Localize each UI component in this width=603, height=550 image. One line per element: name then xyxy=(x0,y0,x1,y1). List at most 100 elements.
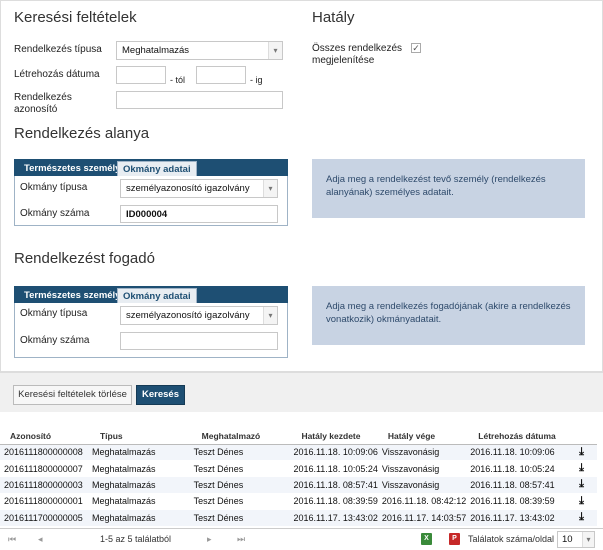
download-icon[interactable]: ⤓ xyxy=(566,460,597,476)
show-all-checkbox[interactable]: ✓ xyxy=(411,43,421,53)
type-select-value: Meghatalmazás xyxy=(122,45,190,56)
subject-doc-number-label: Okmány száma xyxy=(20,208,90,219)
cell-id: 2016111800000003 xyxy=(0,476,88,494)
subject-tabbar: Természetes személy Okmány adatai xyxy=(14,159,288,176)
cell-type: Meghatalmazás xyxy=(87,444,190,461)
pager-summary: 1-5 az 5 találatból xyxy=(100,534,172,544)
col-valid-from[interactable]: Hatály kezdete xyxy=(289,428,378,445)
table-row[interactable]: 2016111800000008 Meghatalmazás Teszt Dén… xyxy=(0,444,597,461)
chevron-down-icon: ▾ xyxy=(263,180,277,197)
cell-type: Meghatalmazás xyxy=(91,463,156,474)
cell-id: 2016111700000005 xyxy=(0,509,88,526)
subject-title: Rendelkezés alanya xyxy=(14,125,150,142)
created-from-input[interactable] xyxy=(116,66,166,84)
chevron-down-icon: ▾ xyxy=(582,532,594,547)
col-type[interactable]: Típus xyxy=(87,428,190,445)
cell-type: Meghatalmazás xyxy=(87,476,190,494)
from-suffix: - tól xyxy=(170,75,186,85)
id-label-2: azonosító xyxy=(14,104,58,115)
id-label-1: Rendelkezés xyxy=(14,92,72,103)
type-label: Rendelkezés típusa xyxy=(14,44,102,55)
receiver-tab-person[interactable]: Természetes személy xyxy=(19,288,125,303)
receiver-doc-type-label: Okmány típusa xyxy=(20,308,88,319)
search-button[interactable]: Keresés xyxy=(136,385,185,405)
search-title: Keresési feltételek xyxy=(14,9,137,26)
cell-created: 2016.11.18. 10:09:06 xyxy=(466,444,567,461)
receiver-doc-number-input[interactable] xyxy=(120,332,278,350)
results-table: Azonosító Típus Meghatalmazó Hatály kezd… xyxy=(0,428,597,526)
created-to-input[interactable] xyxy=(196,66,246,84)
receiver-tab-document[interactable]: Okmány adatai xyxy=(117,288,197,303)
subject-doc-type-select[interactable]: személyazonosító igazolvány ▾ xyxy=(120,179,278,198)
download-icon[interactable]: ⤓ xyxy=(566,509,597,526)
table-header-row: Azonosító Típus Meghatalmazó Hatály kezd… xyxy=(0,428,597,445)
effect-title: Hatály xyxy=(312,9,355,26)
next-page-icon[interactable]: ▸ xyxy=(207,534,212,545)
page-size-select[interactable]: 10 ▾ xyxy=(557,531,595,548)
cell-valid-from: 2016.11.18. 10:05:24 xyxy=(293,463,378,474)
cell-valid-to: Visszavonásig xyxy=(377,444,467,461)
col-created[interactable]: Létrehozás dátuma xyxy=(466,428,567,445)
show-all-label-2: megjelenítése xyxy=(312,55,375,66)
last-page-icon[interactable]: ⏭ xyxy=(237,534,245,545)
cell-grantor: Teszt Dénes xyxy=(193,496,244,507)
cell-valid-from: 2016.11.18. 08:39:59 xyxy=(293,496,378,507)
receiver-doc-type-value: személyazonosító igazolvány xyxy=(126,310,250,321)
cell-id: 2016111800000008 xyxy=(0,444,88,461)
page-size-value: 10 xyxy=(562,534,573,545)
cell-valid-from: 2016.11.18. 10:09:06 xyxy=(289,444,378,461)
cell-created: 2016.11.18. 10:05:24 xyxy=(470,463,555,474)
download-icon[interactable]: ⤓ xyxy=(566,444,597,461)
cell-type: Meghatalmazás xyxy=(87,509,190,526)
receiver-title: Rendelkezést fogadó xyxy=(14,250,155,267)
id-input[interactable] xyxy=(116,91,283,109)
prev-page-icon[interactable]: ◂ xyxy=(38,534,43,545)
cell-valid-to: 2016.11.17. 14:03:57 xyxy=(377,509,467,526)
cell-id: 2016111800000001 xyxy=(4,496,83,507)
chevron-down-icon: ▾ xyxy=(268,42,282,59)
cell-valid-to: 2016.11.18. 08:42:12 xyxy=(381,496,467,507)
cell-created: 2016.11.18. 08:57:41 xyxy=(466,476,567,494)
subject-tab-document[interactable]: Okmány adatai xyxy=(117,161,197,176)
table-row[interactable]: 2016111800000001 Meghatalmazás Teszt Dén… xyxy=(0,493,597,509)
table-row[interactable]: 2016111800000003 Meghatalmazás Teszt Dén… xyxy=(0,476,597,494)
subject-info-box: Adja meg a rendelkezést tevő személy (re… xyxy=(312,159,585,218)
pager: ⏮ ◂ 1-5 az 5 találatból ▸ ⏭ X P Találato… xyxy=(0,528,603,550)
cell-valid-to: Visszavonásig xyxy=(381,463,440,474)
cell-grantor: Teszt Dénes xyxy=(189,476,290,494)
chevron-down-icon: ▾ xyxy=(263,307,277,324)
cell-grantor: Teszt Dénes xyxy=(189,509,290,526)
cell-grantor: Teszt Dénes xyxy=(189,444,290,461)
receiver-info-box: Adja meg a rendelkezés fogadójának (akir… xyxy=(312,286,585,345)
type-select[interactable]: Meghatalmazás ▾ xyxy=(116,41,283,60)
cell-valid-from: 2016.11.17. 13:43:02 xyxy=(289,509,378,526)
col-grantor[interactable]: Meghatalmazó xyxy=(189,428,290,445)
download-icon[interactable]: ⤓ xyxy=(566,493,597,509)
subject-doc-type-value: személyazonosító igazolvány xyxy=(126,183,250,194)
cell-type: Meghatalmazás xyxy=(91,496,156,507)
cell-id: 2016111800000007 xyxy=(4,463,83,474)
receiver-doc-type-select[interactable]: személyazonosító igazolvány ▾ xyxy=(120,306,278,325)
subject-tab-person[interactable]: Természetes személy xyxy=(19,161,125,176)
clear-filters-button[interactable]: Keresési feltételek törlése xyxy=(13,385,132,405)
excel-export-icon[interactable]: X xyxy=(421,533,432,545)
cell-created: 2016.11.17. 13:43:02 xyxy=(466,509,567,526)
cell-created: 2016.11.18. 08:39:59 xyxy=(470,496,555,507)
search-panel: Keresési feltételek Rendelkezés típusa M… xyxy=(0,0,603,372)
first-page-icon[interactable]: ⏮ xyxy=(8,534,16,545)
download-icon[interactable]: ⤓ xyxy=(566,476,597,494)
table-row[interactable]: 2016111700000005 Meghatalmazás Teszt Dén… xyxy=(0,509,597,526)
receiver-tabbar: Természetes személy Okmány adatai xyxy=(14,286,288,303)
pdf-export-icon[interactable]: P xyxy=(449,533,460,545)
show-all-label-1: Összes rendelkezés xyxy=(312,43,403,54)
cell-grantor: Teszt Dénes xyxy=(193,463,244,474)
cell-valid-from: 2016.11.18. 08:57:41 xyxy=(289,476,378,494)
col-id[interactable]: Azonosító xyxy=(0,428,88,445)
table-row[interactable]: 2016111800000007 Meghatalmazás Teszt Dén… xyxy=(0,460,597,476)
page-size-label: Találatok száma/oldal xyxy=(468,534,555,544)
subject-doc-number-input[interactable]: ID000004 xyxy=(120,205,278,223)
receiver-doc-number-label: Okmány száma xyxy=(20,335,90,346)
action-bar: Keresési feltételek törlése Keresés xyxy=(0,372,603,412)
col-valid-to[interactable]: Hatály vége xyxy=(377,428,467,445)
created-label: Létrehozás dátuma xyxy=(14,69,100,80)
